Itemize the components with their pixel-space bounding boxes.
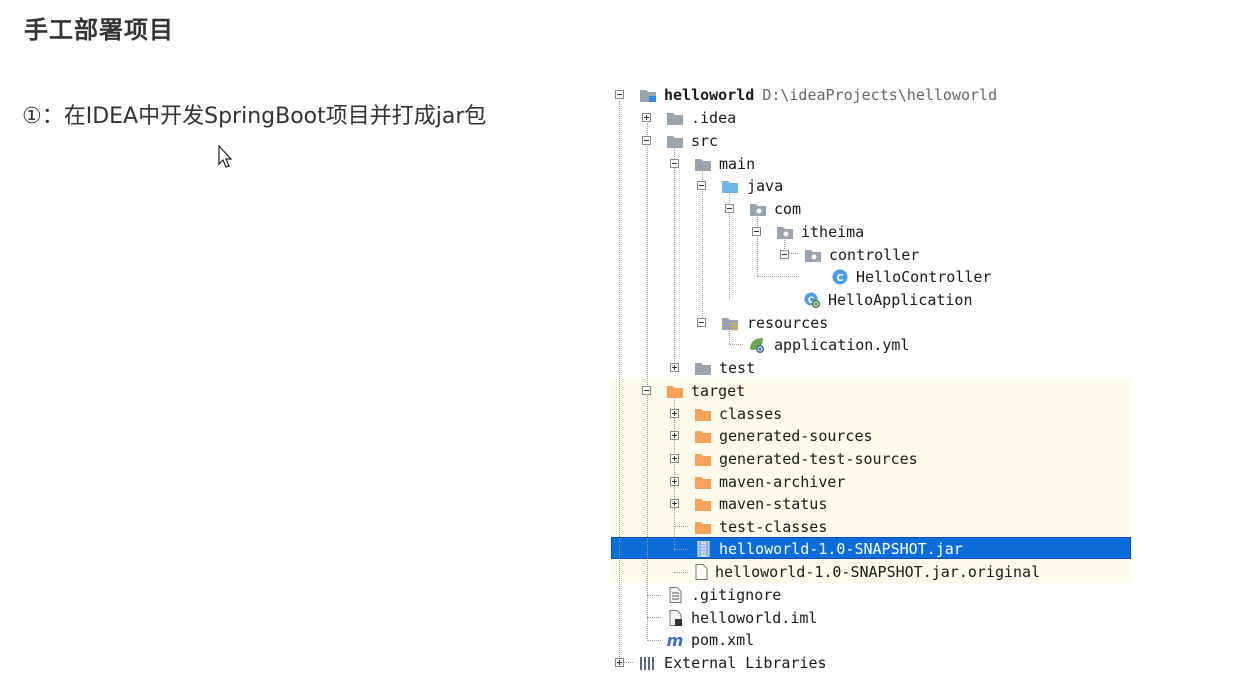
source-folder-icon xyxy=(722,181,738,193)
project-folder-icon xyxy=(640,90,656,102)
tree-label-idea: .idea xyxy=(691,109,737,127)
tree-label-com: com xyxy=(774,200,802,218)
libraries-icon xyxy=(640,657,654,670)
excluded-folder-icon xyxy=(695,454,711,466)
expand-icon[interactable] xyxy=(670,431,679,440)
tree-label-itheima: itheima xyxy=(801,223,865,241)
root-path: D:\ideaProjects\helloworld xyxy=(762,86,998,104)
tree-label-classes: classes xyxy=(719,405,783,423)
tree-label-iml: helloworld.iml xyxy=(691,609,818,627)
expand-icon[interactable] xyxy=(670,499,679,508)
collapse-icon[interactable] xyxy=(780,250,789,259)
tree-label-hello-controller: HelloController xyxy=(856,268,992,286)
tree-label-target: target xyxy=(691,382,746,400)
jar-file-icon xyxy=(697,541,710,557)
collapse-icon[interactable] xyxy=(670,159,679,168)
tree-label-maven-archiver: maven-archiver xyxy=(719,473,846,491)
expand-icon[interactable] xyxy=(670,477,679,486)
collapse-icon[interactable] xyxy=(642,136,651,145)
collapse-icon[interactable] xyxy=(697,318,706,327)
excluded-folder-icon xyxy=(695,499,711,511)
tree-label-test: test xyxy=(719,359,756,377)
project-tree: helloworld D:\ideaProjects\helloworld .id… xyxy=(611,84,1131,674)
excluded-folder-icon xyxy=(695,477,711,489)
tree-label-resources: resources xyxy=(747,314,829,332)
package-icon xyxy=(777,227,793,239)
package-icon xyxy=(750,204,766,216)
tree-label-maven-status: maven-status xyxy=(719,495,828,513)
tree-label-main: main xyxy=(719,155,756,173)
step-text: ①：在IDEA中开发SpringBoot项目并打成jar包 xyxy=(22,104,487,129)
tree-label-generated-test-sources: generated-test-sources xyxy=(719,450,918,468)
spring-config-icon xyxy=(750,338,764,353)
maven-icon: m xyxy=(667,632,684,648)
tree-label-jar-original: helloworld-1.0-SNAPSHOT.jar.original xyxy=(715,563,1041,581)
excluded-folder-icon xyxy=(695,522,711,534)
expand-icon[interactable] xyxy=(670,363,679,372)
resources-folder-icon xyxy=(722,318,738,331)
slide-title: 手工部署项目 xyxy=(24,16,174,44)
tree-label-controller: controller xyxy=(829,246,920,264)
collapse-icon[interactable] xyxy=(752,227,761,236)
excluded-folder-icon xyxy=(667,386,683,398)
tree-label-application-yml: application.yml xyxy=(774,336,910,354)
java-class-icon: C xyxy=(832,269,848,285)
tree-label-test-classes: test-classes xyxy=(719,518,828,536)
svg-text:m: m xyxy=(667,632,684,648)
expand-icon[interactable] xyxy=(670,409,679,418)
tree-label-external-libraries: External Libraries xyxy=(664,654,827,672)
collapse-icon[interactable] xyxy=(615,90,624,99)
tree-label-src: src xyxy=(691,132,719,150)
collapse-icon[interactable] xyxy=(697,181,706,190)
folder-icon xyxy=(695,159,711,171)
tree-label-pom: pom.xml xyxy=(691,631,755,649)
svg-text:C: C xyxy=(836,273,843,284)
tree-label-jar: helloworld-1.0-SNAPSHOT.jar xyxy=(719,540,963,558)
tree-label-generated-sources: generated-sources xyxy=(719,427,873,445)
folder-icon xyxy=(667,113,683,125)
spring-boot-class-icon: C xyxy=(804,292,820,308)
excluded-folder-icon xyxy=(695,409,711,421)
folder-icon xyxy=(667,136,683,148)
text-file-icon xyxy=(669,587,682,603)
module-file-icon xyxy=(669,610,682,626)
mouse-cursor-icon xyxy=(218,145,233,168)
expand-icon[interactable] xyxy=(642,113,651,122)
excluded-folder-icon xyxy=(695,431,711,443)
collapse-icon[interactable] xyxy=(725,204,734,213)
folder-icon xyxy=(695,363,711,375)
expand-icon[interactable] xyxy=(670,454,679,463)
tree-label-java: java xyxy=(747,177,784,195)
collapse-icon[interactable] xyxy=(642,386,651,395)
expand-icon[interactable] xyxy=(615,658,624,667)
package-icon xyxy=(805,250,821,262)
root-name: helloworld xyxy=(664,86,755,104)
tree-label-hello-application: HelloApplication xyxy=(828,291,973,309)
tree-label-gitignore: .gitignore xyxy=(691,586,782,604)
file-icon xyxy=(695,564,708,580)
